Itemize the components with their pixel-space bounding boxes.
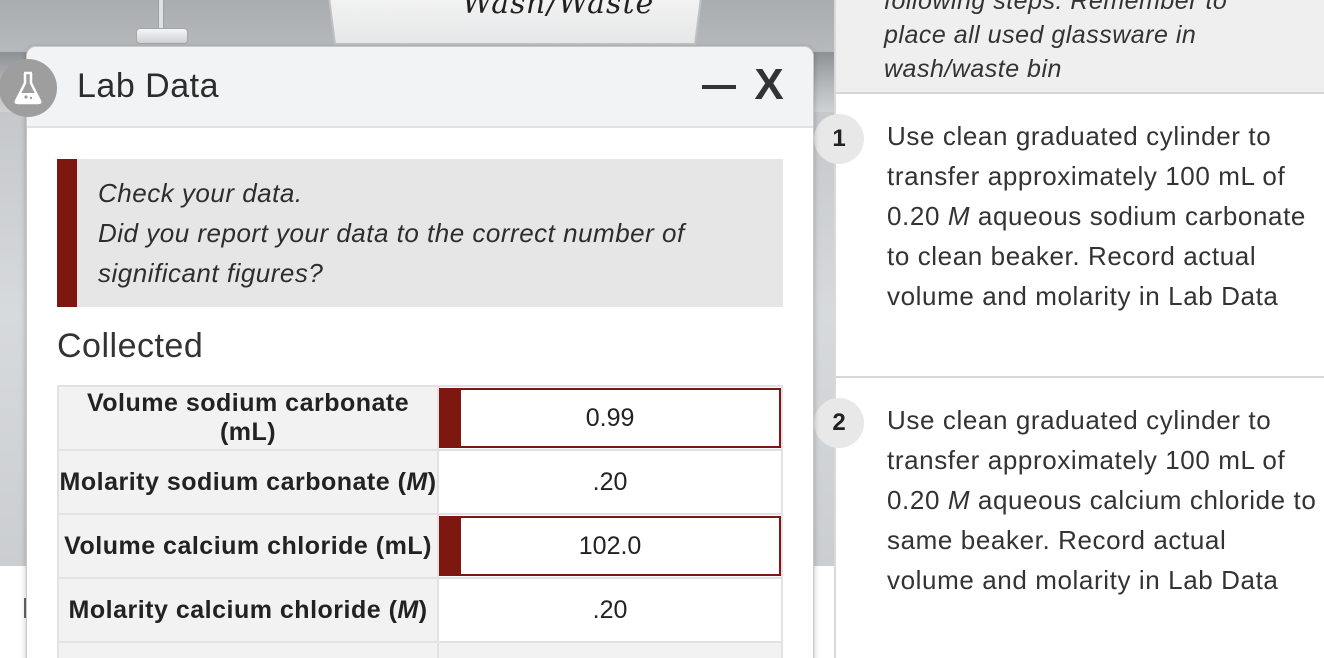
table-row: Molarity calcium chloride (M) xyxy=(56,577,783,643)
minimize-icon xyxy=(702,85,736,89)
table-row: Volume sodium carbonate (mL) xyxy=(56,385,783,451)
row-label xyxy=(437,641,783,658)
value-cell xyxy=(437,513,783,579)
molarity-sodium-carbonate-input[interactable] xyxy=(439,452,781,512)
value-cell xyxy=(437,449,783,515)
dialog-header[interactable]: Lab Data X xyxy=(0,47,813,128)
instructions-intro-text: following steps. Remember to place all u… xyxy=(884,0,1284,86)
volume-sodium-carbonate-input[interactable] xyxy=(441,390,779,446)
alert-accent-bar xyxy=(57,159,77,307)
table-row-partial xyxy=(56,641,783,658)
instructions-panel: following steps. Remember to place all u… xyxy=(814,0,1324,658)
collected-data-table: Volume sodium carbonate (mL) Molarity so… xyxy=(56,385,783,658)
instruction-step-2[interactable]: 2 Use clean graduated cylinder to transf… xyxy=(814,378,1324,658)
value-cell xyxy=(437,577,783,643)
step-number-badge: 1 xyxy=(814,114,864,164)
table-row: Volume calcium chloride (mL) xyxy=(56,513,783,579)
row-label: Molarity sodium carbonate (M) xyxy=(56,449,440,515)
row-label: Molarity calcium chloride (M) xyxy=(56,577,440,643)
volume-calcium-chloride-input[interactable] xyxy=(441,518,779,574)
molarity-calcium-chloride-input[interactable] xyxy=(439,580,781,640)
step-text: Use clean graduated cylinder to transfer… xyxy=(887,405,1317,595)
flagged-value-field[interactable] xyxy=(439,516,781,576)
data-check-alert: Check your data. Did you report your dat… xyxy=(57,159,783,307)
row-label xyxy=(56,641,440,658)
bottle-cap xyxy=(136,28,188,44)
wash-waste-label: Wash/Waste xyxy=(462,0,655,21)
table-row: Molarity sodium carbonate (M) xyxy=(56,449,783,515)
row-label: Volume sodium carbonate (mL) xyxy=(56,385,440,451)
alert-line: Did you report your data to the correct … xyxy=(98,218,685,288)
value-cell xyxy=(437,385,783,451)
row-label: Volume calcium chloride (mL) xyxy=(56,513,440,579)
intro-line: place all used glassware in xyxy=(884,21,1197,49)
instructions-intro: following steps. Remember to place all u… xyxy=(836,0,1324,94)
value-field[interactable] xyxy=(439,452,781,512)
collected-section-title: Collected xyxy=(57,327,204,365)
flagged-value-field[interactable] xyxy=(439,388,781,448)
dialog-title: Lab Data xyxy=(77,67,219,105)
lab-data-dialog: Lab Data X Check your data. Did you repo… xyxy=(0,46,814,658)
value-field[interactable] xyxy=(439,580,781,640)
intro-line: following steps. Remember to xyxy=(884,0,1228,15)
instruction-step-1[interactable]: 1 Use clean graduated cylinder to transf… xyxy=(814,94,1324,378)
flask-icon xyxy=(0,59,57,117)
alert-line: Check your data. xyxy=(98,178,303,208)
intro-line: wash/waste bin xyxy=(884,55,1062,83)
step-number-badge: 2 xyxy=(814,398,864,448)
alert-text: Check your data. Did you report your dat… xyxy=(98,173,768,293)
close-button[interactable]: X xyxy=(745,59,793,111)
step-text: Use clean graduated cylinder to transfer… xyxy=(887,121,1306,311)
minimize-button[interactable] xyxy=(699,65,739,109)
